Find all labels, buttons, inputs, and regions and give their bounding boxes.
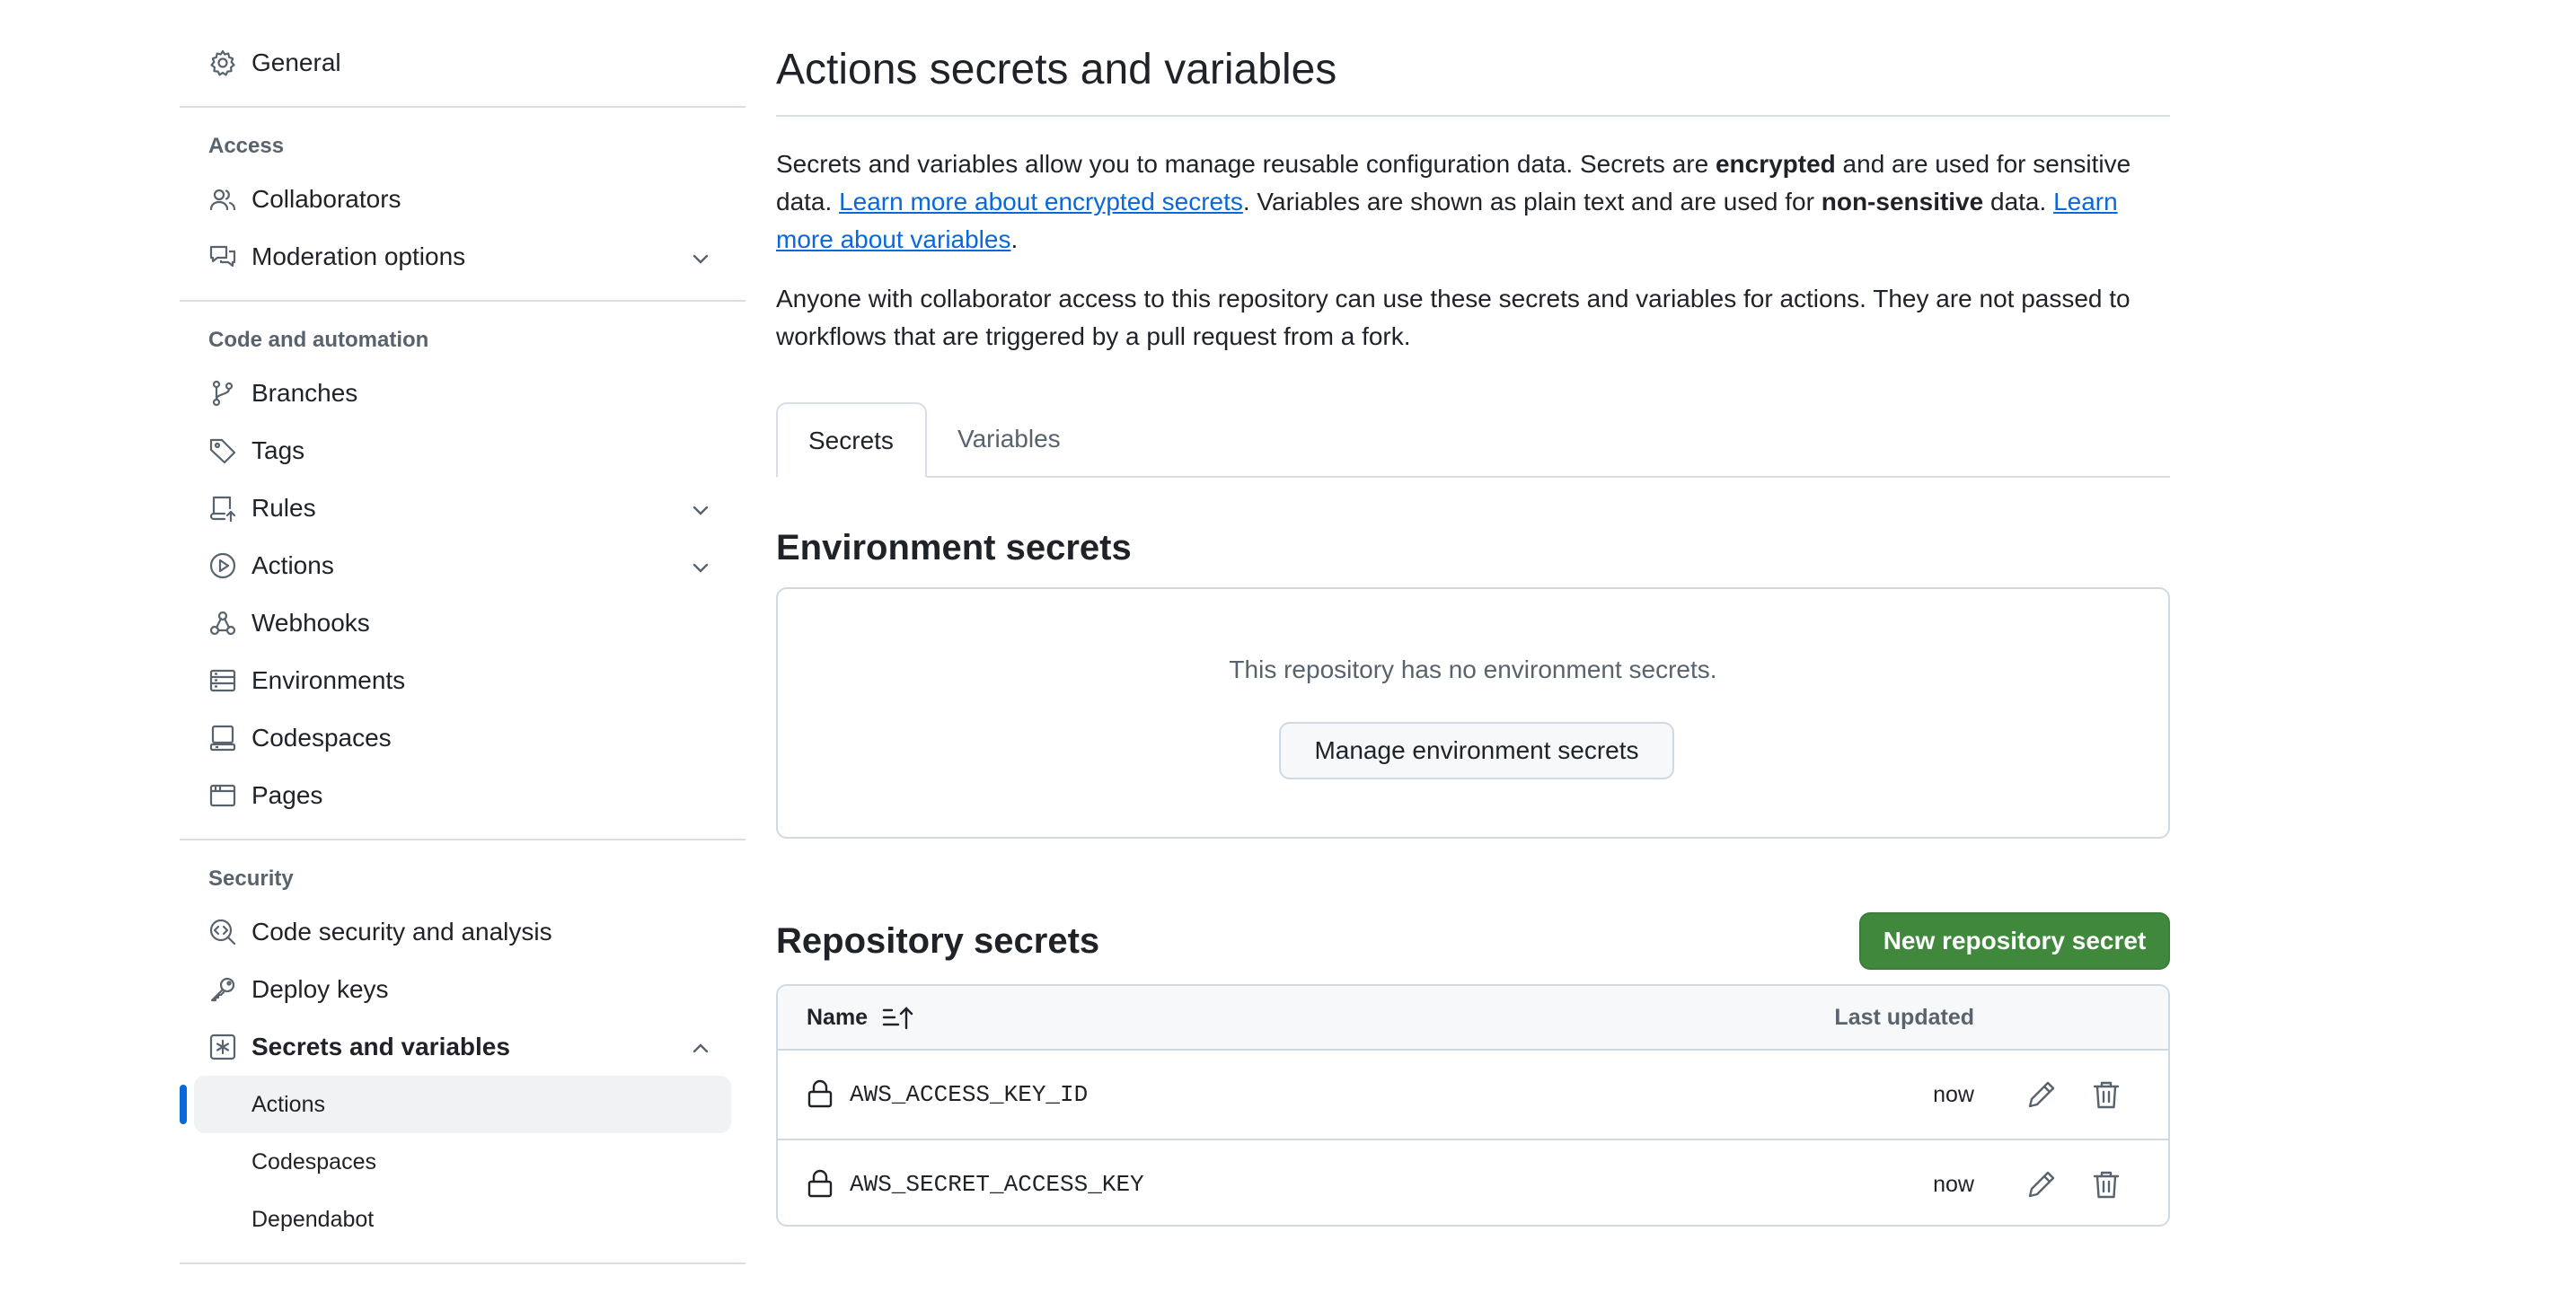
sidebar-item-label: Actions <box>251 551 334 579</box>
sidebar-item-moderation-options[interactable]: Moderation options <box>180 228 745 286</box>
chevron-down-icon <box>690 557 711 578</box>
gear-icon <box>208 48 237 77</box>
sidebar-group-security: Security <box>208 867 294 891</box>
table-row: AWS_ACCESS_KEY_ID now <box>778 1051 2168 1140</box>
repo-push-icon <box>208 494 237 523</box>
tab-variables[interactable]: Variables <box>927 402 1091 476</box>
table-row: AWS_SECRET_ACCESS_KEY now <box>778 1140 2168 1225</box>
sidebar-item-label: Codespaces <box>251 724 392 752</box>
sidebar-subitem-label: Dependabot <box>251 1207 375 1232</box>
intro-text: . <box>1010 225 1019 253</box>
lock-icon <box>807 1169 834 1198</box>
pencil-icon[interactable] <box>2026 1169 2057 1200</box>
manage-environment-secrets-button[interactable]: Manage environment secrets <box>1279 722 1674 779</box>
sidebar-item-tags[interactable]: Tags <box>180 422 745 479</box>
sidebar-item-code-security[interactable]: Code security and analysis <box>180 903 745 961</box>
settings-sidebar: General Access Collaborators Moderation … <box>180 34 745 1279</box>
sidebar-divider <box>180 300 745 302</box>
tab-secrets[interactable]: Secrets <box>776 402 927 478</box>
sidebar-subitem-codespaces[interactable]: Codespaces <box>180 1133 745 1191</box>
sidebar-item-codespaces[interactable]: Codespaces <box>180 709 745 767</box>
sidebar-group-code-automation: Code and automation <box>208 328 429 352</box>
sidebar-item-webhooks[interactable]: Webhooks <box>180 594 745 652</box>
sidebar-item-pages[interactable]: Pages <box>180 767 745 824</box>
play-circle-icon <box>208 551 237 580</box>
sidebar-item-label: Rules <box>251 494 316 522</box>
sidebar-subitem-label: Actions <box>251 1092 325 1117</box>
sidebar-item-rules[interactable]: Rules <box>180 479 745 537</box>
sort-ascending-icon[interactable] <box>882 1005 913 1030</box>
column-header-name: Name <box>807 1005 869 1030</box>
last-updated-value: now <box>1933 1082 1974 1107</box>
repository-secrets-table: Name Last updated AWS_ACCESS_KEY_ID now <box>776 984 2170 1227</box>
sidebar-subitem-label: Codespaces <box>251 1149 376 1174</box>
codescan-icon <box>208 918 237 946</box>
trash-icon[interactable] <box>2091 1169 2122 1200</box>
learn-more-secrets-link[interactable]: Learn more about encrypted secrets <box>839 188 1243 216</box>
sidebar-item-label: Collaborators <box>251 185 401 213</box>
tag-icon <box>208 436 237 465</box>
lock-icon <box>807 1079 834 1108</box>
environment-secrets-heading: Environment secrets <box>776 528 1132 567</box>
sidebar-subitem-actions[interactable]: Actions <box>180 1076 745 1133</box>
sidebar-item-collaborators[interactable]: Collaborators <box>180 171 745 228</box>
sidebar-item-label: Pages <box>251 781 323 809</box>
sidebar-item-label: Secrets and variables <box>251 1033 510 1060</box>
secret-name: AWS_SECRET_ACCESS_KEY <box>850 1171 1144 1198</box>
sidebar-divider <box>180 839 745 840</box>
intro-text: Secrets and variables allow you to manag… <box>776 150 1716 178</box>
codespaces-icon <box>208 724 237 752</box>
webhook-icon <box>208 609 237 638</box>
notice-paragraph: Anyone with collaborator access to this … <box>776 285 2130 350</box>
sidebar-item-actions[interactable]: Actions <box>180 537 745 594</box>
sidebar-item-deploy-keys[interactable]: Deploy keys <box>180 961 745 1018</box>
git-branch-icon <box>208 379 237 408</box>
comment-discussion-icon <box>208 242 237 271</box>
last-updated-value: now <box>1933 1172 1974 1197</box>
sidebar-item-label: Webhooks <box>251 609 370 637</box>
sidebar-item-label: Moderation options <box>251 242 466 270</box>
active-indicator <box>180 1085 187 1124</box>
sidebar-item-label: Deploy keys <box>251 975 389 1003</box>
pencil-icon[interactable] <box>2026 1079 2057 1110</box>
people-icon <box>208 185 237 214</box>
sidebar-item-general[interactable]: General <box>180 34 745 92</box>
key-icon <box>208 975 237 1004</box>
sidebar-item-label: Code security and analysis <box>251 918 552 946</box>
new-repository-secret-button[interactable]: New repository secret <box>1859 912 2170 970</box>
page-title: Actions secrets and variables <box>776 46 1337 93</box>
intro-paragraph: Secrets and variables allow you to manag… <box>776 145 2170 259</box>
sidebar-item-secrets-and-variables[interactable]: Secrets and variables <box>180 1018 745 1076</box>
sidebar-group-access: Access <box>208 134 285 158</box>
empty-state-text: This repository has no environment secre… <box>1229 655 1717 683</box>
sidebar-divider <box>180 106 745 108</box>
intro-text: data. <box>1983 188 2054 216</box>
chevron-up-icon <box>690 1038 711 1060</box>
sidebar-item-label: Branches <box>251 379 358 407</box>
intro-bold: encrypted <box>1715 150 1836 178</box>
intro-bold: non-sensitive <box>1821 188 1984 216</box>
environment-secrets-box: This repository has no environment secre… <box>776 587 2170 839</box>
column-header-last-updated: Last updated <box>1834 1005 1974 1030</box>
repository-secrets-heading: Repository secrets <box>776 921 1100 961</box>
sidebar-subitem-dependabot[interactable]: Dependabot <box>180 1191 745 1248</box>
sidebar-item-branches[interactable]: Branches <box>180 365 745 422</box>
table-header: Name Last updated <box>778 986 2168 1051</box>
sidebar-divider <box>180 1262 745 1264</box>
asterisk-box-icon <box>208 1033 237 1061</box>
sidebar-item-environments[interactable]: Environments <box>180 652 745 709</box>
secret-name: AWS_ACCESS_KEY_ID <box>850 1081 1089 1108</box>
sidebar-item-label: General <box>251 48 341 76</box>
sidebar-item-label: Tags <box>251 436 305 464</box>
title-divider <box>776 115 2170 117</box>
server-icon <box>208 666 237 695</box>
chevron-down-icon <box>690 248 711 269</box>
browser-icon <box>208 781 237 810</box>
chevron-down-icon <box>690 499 711 521</box>
tab-bar: Secrets Variables <box>776 402 2170 478</box>
trash-icon[interactable] <box>2091 1079 2122 1110</box>
intro-text: . Variables are shown as plain text and … <box>1242 188 1822 216</box>
sidebar-item-label: Environments <box>251 666 406 694</box>
